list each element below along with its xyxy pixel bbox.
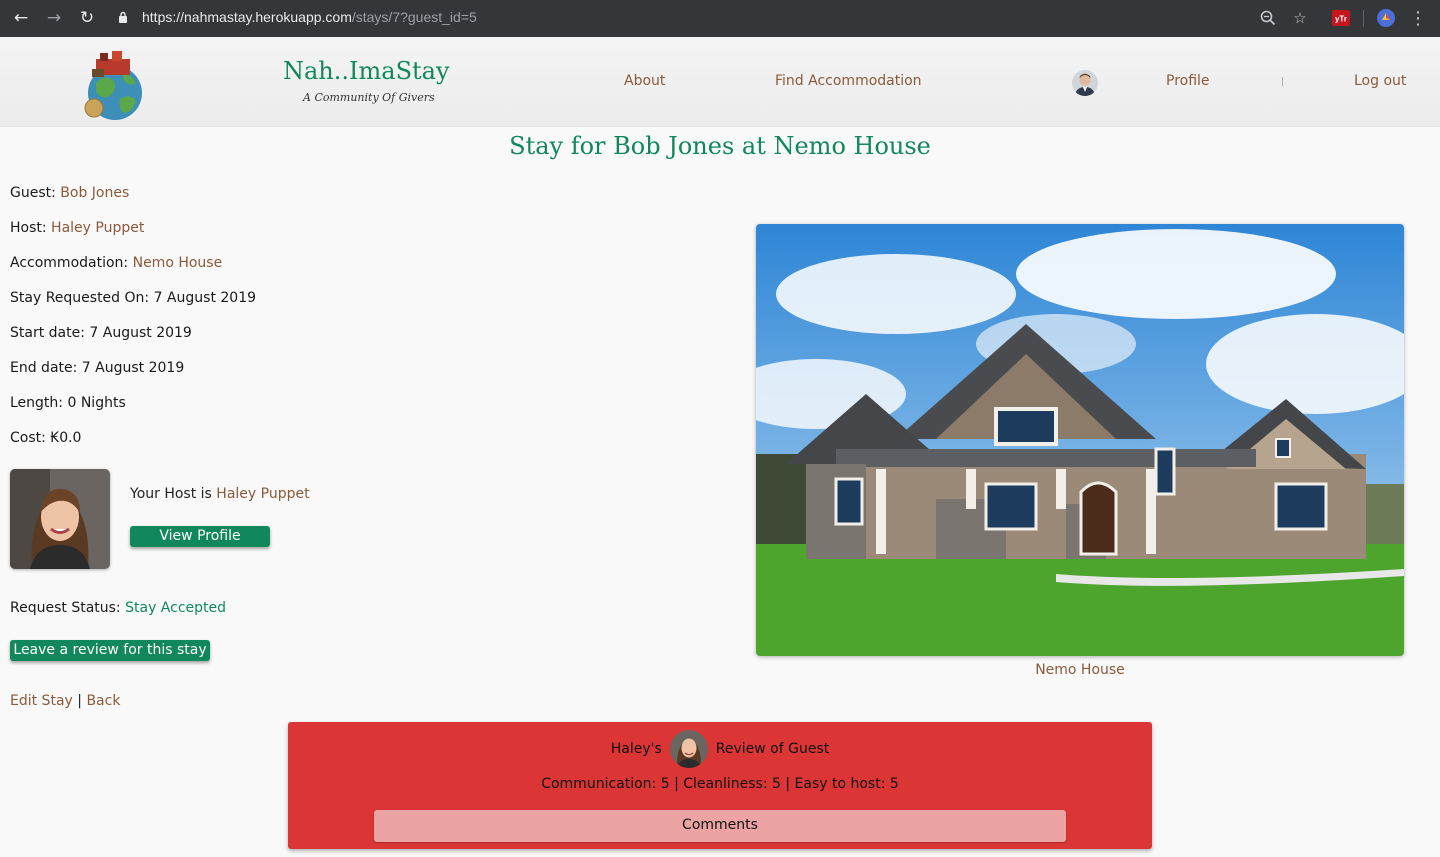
browser-menu-icon[interactable]: ⋮ [1408, 8, 1428, 29]
host-label: Host: [10, 220, 52, 236]
accommodation-label: Accommodation: [10, 255, 133, 271]
review-title-prefix: Haley's [610, 741, 662, 757]
nav-logout[interactable]: Log out [1354, 73, 1406, 89]
cost-value: ₭0.0 [50, 430, 82, 446]
guest-link[interactable]: Bob Jones [60, 185, 129, 201]
guest-row: Guest: Bob Jones [10, 185, 129, 201]
page-title: Stay for Bob Jones at Nemo House [509, 132, 931, 160]
stay-actions: Edit Stay | Back [10, 693, 120, 709]
extension-blue-icon[interactable] [1376, 8, 1396, 28]
nav-divider [1282, 77, 1283, 86]
bookmark-star-icon[interactable]: ☆ [1290, 8, 1310, 28]
accommodation-link[interactable]: Nemo House [133, 255, 223, 271]
start-date-row: Start date: 7 August 2019 [10, 325, 192, 341]
leave-review-button[interactable]: Leave a review for this stay [10, 640, 210, 661]
review-title-suffix: Review of Guest [715, 741, 830, 757]
start-date-label: Start date: [10, 325, 90, 341]
requested-label: Stay Requested On: [10, 290, 154, 306]
url-host: https://nahmastay.herokuapp.com [142, 9, 352, 25]
nav-find-accommodation[interactable]: Find Accommodation [775, 73, 922, 89]
request-status-label: Request Status: [10, 600, 126, 616]
zoom-icon[interactable] [1258, 8, 1278, 28]
comments-toggle-button[interactable]: Comments [374, 810, 1066, 842]
end-date-value: 7 August 2019 [81, 360, 185, 376]
host-intro: Your Host is Haley Puppet [130, 486, 310, 502]
back-arrow-icon[interactable]: ← [10, 7, 32, 29]
host-row: Host: Haley Puppet [10, 220, 144, 236]
review-scores: Communication: 5 | Cleanliness: 5 | Easy… [541, 776, 899, 792]
svg-text:yTr: yTr [1335, 15, 1347, 24]
request-status-row: Request Status: Stay Accepted [10, 600, 226, 616]
length-label: Length: [10, 395, 68, 411]
accommodation-photo[interactable] [756, 224, 1404, 656]
brand-tagline: A Community Of Givers [303, 91, 435, 104]
user-avatar[interactable] [1072, 70, 1098, 96]
browser-toolbar: ← → ↻ https://nahmastay.herokuapp.com/st… [0, 0, 1440, 37]
requested-value: 7 August 2019 [153, 290, 257, 306]
end-date-label: End date: [10, 360, 82, 376]
length-value: 0 Nights [67, 395, 126, 411]
nav-about[interactable]: About [624, 73, 665, 89]
end-date-row: End date: 7 August 2019 [10, 360, 184, 376]
cost-label: Cost: [10, 430, 51, 446]
extension-ytr-icon[interactable]: yTr [1331, 8, 1351, 28]
brand[interactable]: Nah..ImaStay A Community Of Givers [283, 57, 450, 104]
nav-profile[interactable]: Profile [1166, 73, 1210, 89]
reload-icon[interactable]: ↻ [76, 7, 98, 29]
toolbar-divider [1363, 10, 1364, 27]
length-row: Length: 0 Nights [10, 395, 126, 411]
cost-row: Cost: ₭0.0 [10, 430, 81, 446]
edit-stay-link[interactable]: Edit Stay [10, 693, 73, 709]
accommodation-row: Accommodation: Nemo House [10, 255, 222, 271]
globe-logo-icon[interactable] [82, 51, 144, 123]
address-bar[interactable]: https://nahmastay.herokuapp.com/stays/7?… [142, 9, 477, 25]
lock-icon [119, 11, 127, 23]
host-intro-prefix: Your Host is [130, 486, 217, 502]
forward-arrow-icon[interactable]: → [43, 7, 65, 29]
guest-review-card: Haley's Review of Guest Communication: 5… [288, 722, 1152, 849]
start-date-value: 7 August 2019 [89, 325, 192, 341]
host-photo[interactable] [10, 469, 110, 569]
site-header: Nah..ImaStay A Community Of Givers About… [0, 37, 1440, 127]
host-link[interactable]: Haley Puppet [51, 220, 144, 236]
reviewer-avatar[interactable] [669, 730, 708, 768]
request-status-value: Stay Accepted [125, 600, 227, 616]
brand-name: Nah..ImaStay [283, 57, 450, 85]
links-separator: | [72, 693, 87, 709]
accommodation-photo-caption: Nemo House [1035, 662, 1125, 678]
back-link[interactable]: Back [86, 693, 120, 709]
review-title: Haley's Review of Guest [288, 730, 1152, 768]
url-path: /stays/7?guest_id=5 [351, 9, 477, 25]
guest-label: Guest: [10, 185, 61, 201]
view-profile-button[interactable]: View Profile [130, 526, 270, 547]
host-name-link[interactable]: Haley Puppet [216, 486, 309, 502]
requested-row: Stay Requested On: 7 August 2019 [10, 290, 256, 306]
